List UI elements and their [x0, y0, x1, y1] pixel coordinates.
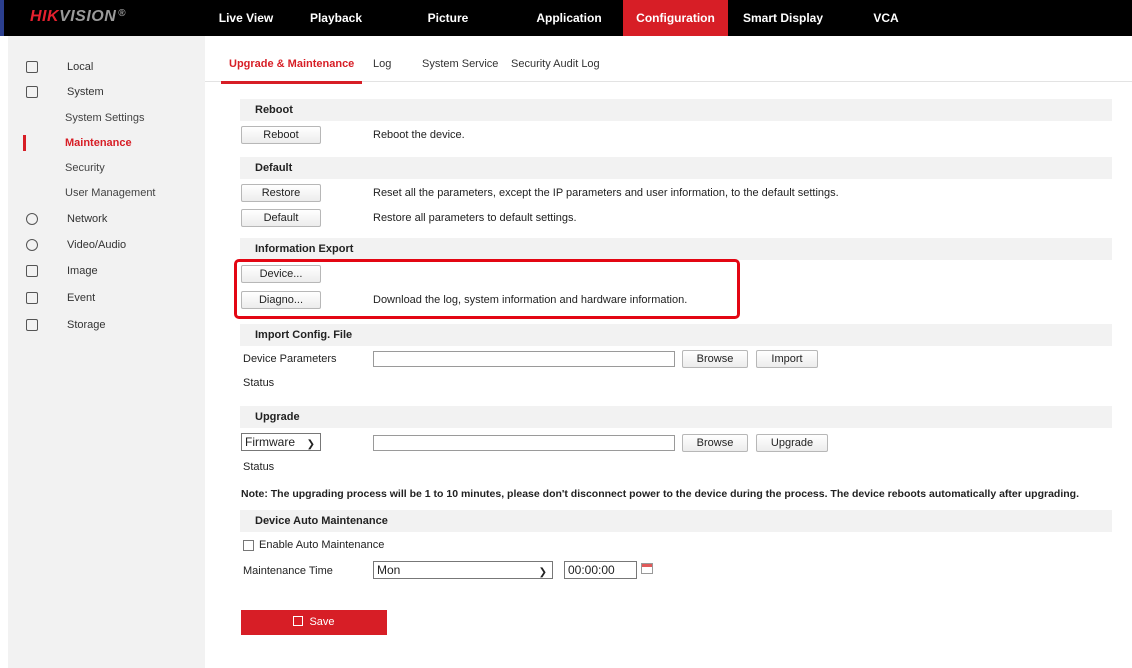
calendar-icon[interactable] [641, 563, 653, 574]
sidebar-item-storage[interactable]: Storage [8, 314, 205, 336]
globe-icon [26, 213, 38, 225]
active-indicator [23, 135, 26, 151]
nav-smart-display[interactable]: Smart Display [738, 0, 828, 36]
disk-icon [26, 319, 38, 331]
section-reboot-title: Reboot [240, 99, 1112, 121]
tab-security-audit-log[interactable]: Security Audit Log [511, 58, 600, 70]
sidebar-item-system-settings[interactable]: System Settings [8, 107, 205, 129]
upgrade-button[interactable]: Upgrade [756, 434, 828, 452]
hikvision-logo: HIKVISION ® [30, 8, 127, 25]
window-edge [0, 0, 4, 36]
default-button[interactable]: Default [241, 209, 321, 227]
nav-application[interactable]: Application [530, 0, 608, 36]
chevron-down-icon: ❯ [306, 439, 315, 450]
section-upgrade-title: Upgrade [240, 406, 1112, 428]
upgrade-file-path-input[interactable] [373, 435, 675, 451]
maintenance-time-label: Maintenance Time [243, 565, 333, 577]
sidebar-item-local[interactable]: Local [8, 56, 205, 78]
sidebar-item-system[interactable]: System [8, 81, 205, 103]
sidebar-item-user-management[interactable]: User Management [8, 182, 205, 204]
maintenance-day-select[interactable]: Mon ❯ [373, 561, 553, 579]
enable-auto-maintenance-label: Enable Auto Maintenance [259, 539, 385, 551]
sidebar-item-video-audio[interactable]: Video/Audio [8, 234, 205, 256]
default-description: Restore all parameters to default settin… [373, 212, 577, 224]
top-navigation-bar: HIKVISION ® Live View Playback Picture Ap… [0, 0, 1132, 36]
tab-log[interactable]: Log [373, 58, 391, 70]
restore-description: Reset all the parameters, except the IP … [373, 187, 839, 199]
highlight-box [234, 259, 740, 319]
window-icon [26, 86, 38, 98]
nav-live-view[interactable]: Live View [216, 0, 276, 36]
nav-vca[interactable]: VCA [866, 0, 906, 36]
enable-auto-maintenance-checkbox[interactable] [243, 540, 254, 551]
upgrade-status-label: Status [243, 461, 275, 473]
upgrade-type-select[interactable]: Firmware ❯ [241, 433, 321, 451]
sidebar-item-event[interactable]: Event [8, 287, 205, 309]
tab-system-service[interactable]: System Service [422, 58, 498, 70]
sidebar-item-security[interactable]: Security [8, 157, 205, 179]
chevron-down-icon: ❯ [538, 567, 547, 578]
sub-tabs: Upgrade & Maintenance Log System Service… [205, 36, 1132, 84]
nav-picture[interactable]: Picture [418, 0, 478, 36]
tab-upgrade-maintenance[interactable]: Upgrade & Maintenance [220, 58, 363, 84]
reboot-button[interactable]: Reboot [241, 126, 321, 144]
calendar-icon [26, 292, 38, 304]
import-file-path-input[interactable] [373, 351, 675, 367]
save-icon [293, 616, 304, 626]
upgrade-browse-button[interactable]: Browse [682, 434, 748, 452]
sidebar-item-network[interactable]: Network [8, 208, 205, 230]
section-import-config-title: Import Config. File [240, 324, 1112, 346]
reboot-description: Reboot the device. [373, 129, 465, 141]
section-auto-maintenance-title: Device Auto Maintenance [240, 510, 1112, 532]
import-button[interactable]: Import [756, 350, 818, 368]
restore-button[interactable]: Restore [241, 184, 321, 202]
sidebar-item-maintenance[interactable]: Maintenance [8, 132, 205, 154]
nav-playback[interactable]: Playback [306, 0, 366, 36]
import-status-label: Status [243, 377, 275, 389]
image-icon [26, 265, 38, 277]
monitor-icon [26, 61, 38, 73]
sidebar-item-image[interactable]: Image [8, 260, 205, 282]
nav-configuration[interactable]: Configuration [623, 0, 728, 36]
video-audio-icon [26, 239, 38, 251]
section-information-export-title: Information Export [240, 238, 1112, 260]
maintenance-time-input[interactable]: 00:00:00 [564, 561, 637, 579]
upgrade-note: Note: The upgrading process will be 1 to… [241, 488, 1079, 500]
import-browse-button[interactable]: Browse [682, 350, 748, 368]
section-default-title: Default [240, 157, 1112, 179]
save-button[interactable]: Save [241, 610, 387, 635]
device-parameters-label: Device Parameters [243, 353, 337, 365]
sidebar: Local System System Settings Maintenance… [8, 36, 205, 668]
